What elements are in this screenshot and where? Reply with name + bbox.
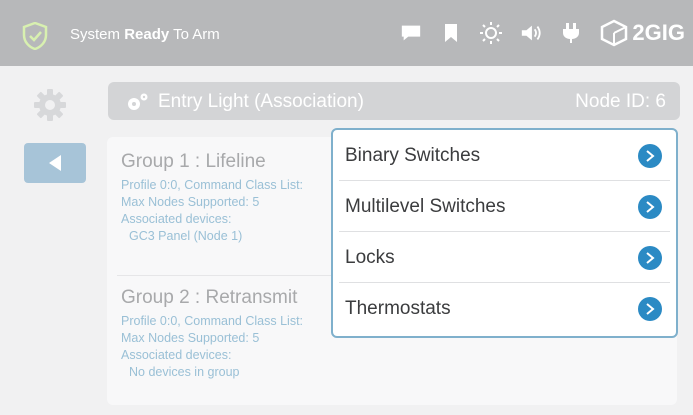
device-type-menu: Binary Switches Multilevel Switches Lock… [331,128,678,338]
menu-item-thermostats[interactable]: Thermostats [333,283,676,334]
2gig-logo-icon [601,19,628,47]
message-icon[interactable] [400,22,422,44]
menu-item-label: Multilevel Switches [345,195,506,217]
volume-icon[interactable] [520,22,542,44]
menu-item-label: Binary Switches [345,144,481,166]
menu-item-multilevel-switches[interactable]: Multilevel Switches [333,181,676,232]
group-divider [117,275,347,276]
group-assoc-value: No devices in group [129,365,240,379]
top-icons: 2GIG [400,16,685,50]
page-title: Entry Light (Association) [158,91,364,112]
menu-item-locks[interactable]: Locks [333,232,676,283]
chevron-right-icon[interactable] [638,246,662,270]
status-bar: System Ready To Arm 2GIG [0,0,693,66]
device-header: Entry Light (Association) Node ID: 6 [108,82,680,120]
power-plug-icon[interactable] [560,22,582,44]
back-button[interactable] [24,143,86,183]
group-assoc-label: Associated devices: [121,348,232,362]
system-status[interactable]: System Ready To Arm [70,26,220,43]
chevron-right-icon[interactable] [638,297,662,321]
menu-item-label: Locks [345,246,395,268]
node-id-label: Node ID: 6 [575,91,666,112]
shield-check-icon[interactable] [22,21,48,51]
chevron-right-icon[interactable] [638,195,662,219]
gear-icon[interactable] [32,87,68,123]
bookmark-icon[interactable] [440,22,462,44]
menu-item-label: Thermostats [345,297,451,319]
back-arrow-icon [49,155,61,171]
devices-icon [126,92,150,112]
chevron-right-icon[interactable] [638,144,662,168]
2gig-logo: 2GIG [600,19,685,47]
brightness-icon[interactable] [480,22,503,44]
status-prefix: System [70,26,125,43]
brand-text: 2GIG [632,20,685,45]
status-bold: Ready [124,26,170,43]
status-suffix: To Arm [169,26,220,43]
menu-item-binary-switches[interactable]: Binary Switches [333,130,676,181]
